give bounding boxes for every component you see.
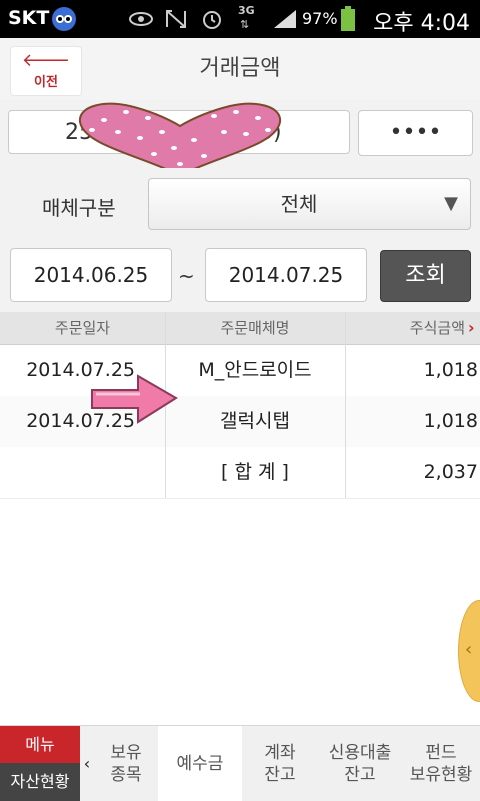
battery-percent: 97% <box>302 9 338 28</box>
media-type-select[interactable]: 전체 ▼ <box>148 178 471 230</box>
table-header: 주문일자 주문매체명 주식금액 › <box>0 312 480 345</box>
signal-icon <box>272 8 296 30</box>
account-row: 25 3) •••• <box>0 100 480 178</box>
alarm-icon <box>200 8 222 30</box>
app-header: 거래금액 🡐 이전 <box>0 38 480 101</box>
nfc-icon <box>164 8 186 30</box>
stock-amount-cell: 1,018 <box>423 410 478 432</box>
order-date-cell <box>0 447 165 498</box>
nav-item-deposit[interactable]: 예수금 <box>158 726 242 801</box>
table-total-row: [ 합 계 ] 2,037 <box>0 447 480 499</box>
asset-status-button[interactable]: 자산현황 <box>0 763 80 801</box>
side-drawer-tab[interactable]: ‹ <box>458 600 480 702</box>
back-arrow-icon: 🡐 <box>21 50 71 71</box>
nav-item-account-balance[interactable]: 계좌 잔고 <box>242 726 318 801</box>
table-row[interactable]: 2014.07.25 갤럭시탭 1,018 <box>0 396 480 448</box>
column-header-stock-amount: 주식금액 <box>409 319 465 337</box>
column-divider <box>345 312 346 498</box>
bottom-navigation: 메뉴 자산현황 ‹ 보유 종목 예수금 계좌 잔고 신용대출 잔고 펀드 보유현… <box>0 725 480 801</box>
media-name-cell: 갤럭시탭 <box>220 410 290 432</box>
total-amount-cell: 2,037 <box>423 461 478 483</box>
chevron-left-icon: ‹ <box>465 639 473 660</box>
nav-item-holdings[interactable]: 보유 종목 <box>94 726 158 801</box>
dropdown-triangle-icon: ▼ <box>444 193 458 214</box>
media-type-label: 매체구분 <box>42 196 116 220</box>
eye-icon <box>128 8 153 30</box>
column-header-media-name: 주문매체명 <box>220 319 290 337</box>
arrow-sticker <box>88 372 180 430</box>
table-row[interactable]: 2014.07.25 M_안드로이드 1,018 <box>0 345 480 397</box>
date-range-row: 2014.06.25 ~ 2014.07.25 조회 <box>0 240 480 312</box>
password-field[interactable]: •••• <box>358 110 473 156</box>
end-date-field[interactable]: 2014.07.25 <box>205 248 367 302</box>
stock-amount-cell: 1,018 <box>423 359 478 381</box>
menu-button[interactable]: 메뉴 <box>0 726 80 763</box>
nav-item-fund-holdings[interactable]: 펀드 보유현황 <box>402 726 480 801</box>
status-bar: SKT 3G ⇅ 97% 오후 4:04 <box>0 0 480 38</box>
nav-scroll-left-icon[interactable]: ‹ <box>80 726 94 801</box>
carrier-logo-icon <box>52 7 76 31</box>
column-header-order-date: 주문일자 <box>54 319 111 337</box>
nav-item-credit-loan-balance[interactable]: 신용대출 잔고 <box>318 726 402 801</box>
data-activity-icon: ⇅ <box>240 18 250 31</box>
network-type-label: 3G <box>238 4 255 17</box>
total-label-cell: [ 합 계 ] <box>221 461 289 483</box>
media-type-value: 전체 <box>280 192 318 216</box>
scroll-right-icon[interactable]: › <box>468 318 475 337</box>
start-date-field[interactable]: 2014.06.25 <box>10 248 172 302</box>
media-filter-row: 매체구분 전체 ▼ <box>0 168 480 240</box>
media-name-cell: M_안드로이드 <box>198 359 312 381</box>
carrier-label: SKT <box>8 7 50 29</box>
back-label: 이전 <box>34 75 58 90</box>
search-button[interactable]: 조회 <box>380 250 471 302</box>
clock: 오후 4:04 <box>373 11 470 36</box>
back-button[interactable]: 🡐 이전 <box>10 46 82 96</box>
date-separator: ~ <box>178 264 195 288</box>
battery-icon <box>340 6 356 36</box>
